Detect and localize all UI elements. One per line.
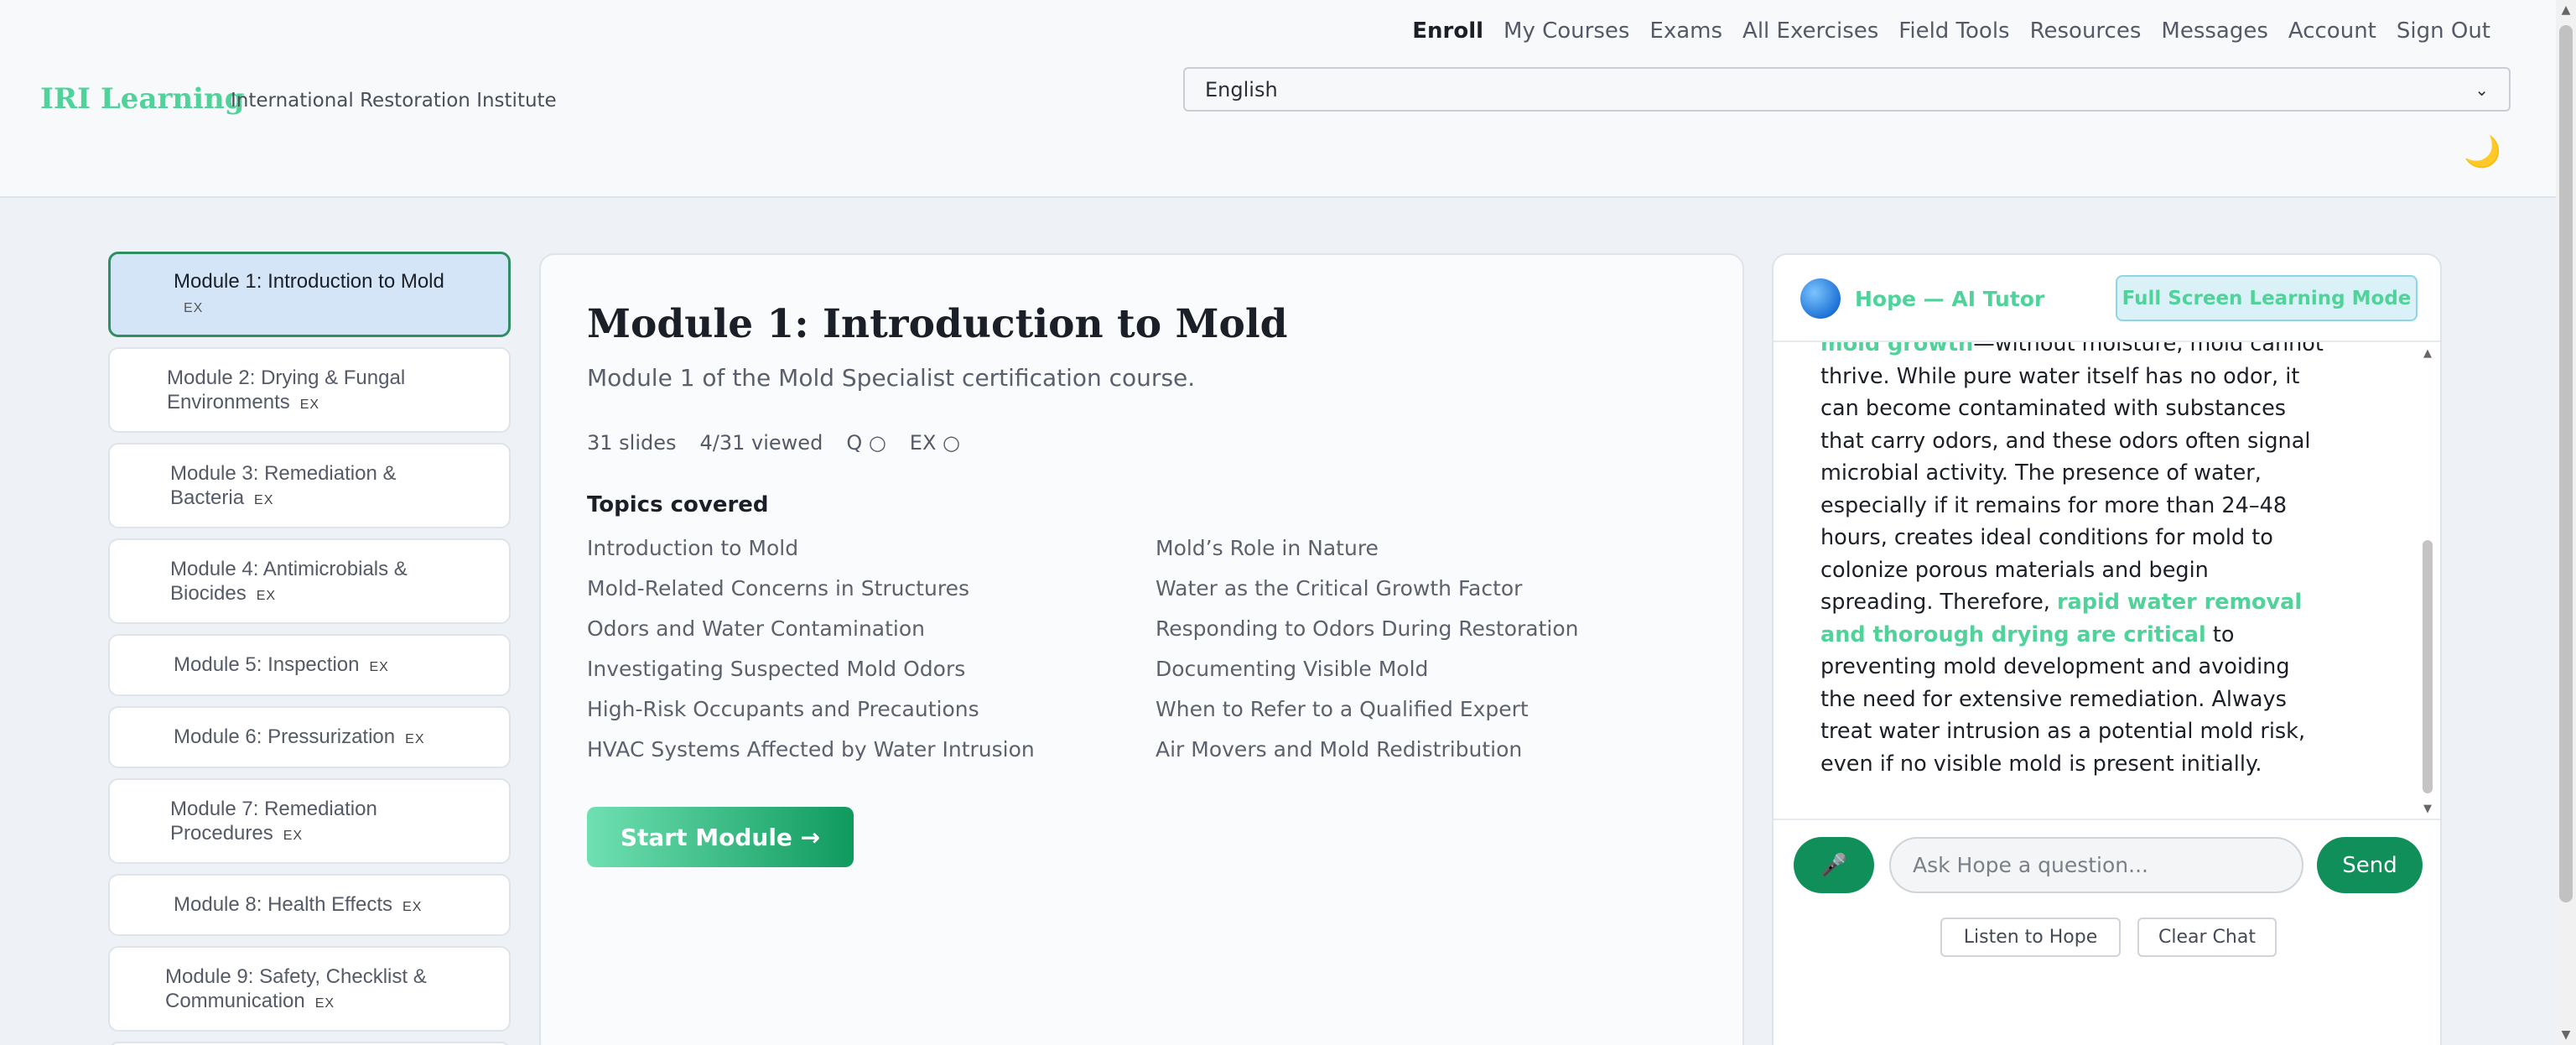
brand-subtitle: International Restoration Institute	[231, 90, 557, 112]
viewed-count: 4/31 viewed	[699, 431, 823, 455]
module-title: Module 3: Remediation & Bacteria	[170, 462, 397, 509]
exercise-badge: EX	[256, 589, 277, 603]
module-title: Module 1: Introduction to Mold	[174, 270, 444, 293]
tutor-header: Hope — AI Tutor Full Screen Learning Mod…	[1774, 255, 2440, 342]
nav-messages[interactable]: Messages	[2161, 18, 2268, 44]
exercise-badge: EX	[299, 398, 320, 412]
module-item-3[interactable]: Module 3: Remediation & Bacteria EX	[108, 443, 511, 528]
nav-field-tools[interactable]: Field Tools	[1898, 18, 2009, 44]
topic-item: When to Refer to a Qualified Expert	[1156, 697, 1529, 721]
module-title: Module 7: Remediation Procedures	[170, 798, 377, 845]
scroll-down-arrow-icon[interactable]: ▼	[2418, 803, 2437, 815]
brand-logo[interactable]: IRI Learning	[40, 82, 245, 116]
module-title: Module 2: Drying & Fungal Environments	[167, 367, 406, 413]
top-nav: Enroll My Courses Exams All Exercises Fi…	[1412, 18, 2490, 44]
module-item-9[interactable]: Module 9: Safety, Checklist & Communicat…	[108, 946, 511, 1032]
topic-item: Documenting Visible Mold	[1156, 657, 1429, 681]
topic-item: Water as the Critical Growth Factor	[1156, 576, 1523, 600]
module-title: Module 5: Inspection	[174, 653, 360, 676]
topic-item: High-Risk Occupants and Precautions	[587, 697, 979, 721]
exercise-badge: EX	[184, 301, 204, 315]
topic-item: Introduction to Mold	[587, 536, 799, 560]
window-scrollbar[interactable]: ▲ ▼	[2556, 0, 2576, 1045]
app-header: IRI Learning International Restoration I…	[0, 0, 2556, 198]
module-detail-card: Module 1: Introduction to Mold Module 1 …	[539, 253, 1744, 1045]
exercise-badge: EX	[402, 900, 423, 914]
module-item-10-partial[interactable]	[108, 1042, 511, 1045]
clear-chat-button[interactable]: Clear Chat	[2137, 918, 2277, 957]
topic-item: Investigating Suspected Mold Odors	[587, 657, 966, 681]
nav-enroll[interactable]: Enroll	[1412, 18, 1483, 44]
exercise-badge: EX	[405, 732, 425, 746]
module-meta: 31 slides 4/31 viewed Q ○ EX ○	[587, 431, 960, 455]
nav-resources[interactable]: Resources	[2030, 18, 2142, 44]
tutor-message: mold growth—without moisture, mold canno…	[1820, 342, 2324, 780]
language-select-value: English	[1205, 77, 1278, 101]
module-title: Module 6: Pressurization	[174, 725, 396, 748]
chat-scrollbar[interactable]: ▲ ▼	[2418, 342, 2437, 819]
exercise-status: EX ○	[909, 431, 960, 455]
topic-item: Odors and Water Contamination	[587, 616, 925, 641]
full-screen-learning-mode-button[interactable]: Full Screen Learning Mode	[2116, 275, 2418, 321]
chat-history[interactable]: mold growth—without moisture, mold canno…	[1774, 342, 2440, 820]
nav-all-exercises[interactable]: All Exercises	[1742, 18, 1878, 44]
module-title: Module 9: Safety, Checklist & Communicat…	[165, 965, 427, 1012]
language-select[interactable]: English ⌄	[1183, 67, 2511, 112]
ai-tutor-panel: Hope — AI Tutor Full Screen Learning Mod…	[1772, 253, 2442, 1045]
quiz-status: Q ○	[846, 431, 886, 455]
moon-icon[interactable]: 🌙	[2464, 134, 2501, 169]
page-subtitle: Module 1 of the Mold Specialist certific…	[587, 364, 1196, 392]
module-item-5[interactable]: Module 5: Inspection EX	[108, 634, 511, 696]
module-item-4[interactable]: Module 4: Antimicrobials & Biocides EX	[108, 538, 511, 624]
topic-item: Responding to Odors During Restoration	[1156, 616, 1579, 641]
module-item-6[interactable]: Module 6: Pressurization EX	[108, 706, 511, 768]
module-title: Module 4: Antimicrobials & Biocides	[170, 558, 408, 605]
nav-exams[interactable]: Exams	[1649, 18, 1722, 44]
chat-scrollbar-thumb[interactable]	[2423, 540, 2433, 793]
message-text: —without moisture, mold cannot thrive. W…	[1820, 342, 2324, 615]
page-title: Module 1: Introduction to Mold	[587, 301, 1288, 347]
module-title: Module 8: Health Effects	[174, 893, 393, 916]
message-highlight: mold growth	[1820, 342, 1974, 356]
tutor-name: Hope — AI Tutor	[1855, 287, 2045, 311]
scrollbar-thumb[interactable]	[2559, 25, 2573, 902]
microphone-button[interactable]: 🎤	[1794, 837, 1874, 893]
topic-item: Air Movers and Mold Redistribution	[1156, 737, 1523, 762]
start-module-button[interactable]: Start Module →	[587, 807, 854, 867]
listen-to-hope-button[interactable]: Listen to Hope	[1940, 918, 2121, 957]
module-item-1[interactable]: Module 1: Introduction to Mold EX	[108, 252, 511, 337]
exercise-badge: EX	[369, 660, 389, 674]
topic-item: Mold-Related Concerns in Structures	[587, 576, 970, 600]
chevron-down-icon: ⌄	[2475, 79, 2489, 100]
ask-hope-input[interactable]	[1889, 837, 2303, 893]
send-button[interactable]: Send	[2317, 837, 2423, 893]
scroll-up-arrow-icon[interactable]: ▲	[2418, 347, 2437, 360]
exercise-badge: EX	[283, 829, 304, 843]
scroll-up-arrow-icon[interactable]: ▲	[2556, 3, 2576, 17]
tutor-avatar	[1800, 278, 1841, 319]
topic-item: Mold’s Role in Nature	[1156, 536, 1379, 560]
module-item-2[interactable]: Module 2: Drying & Fungal Environments EX	[108, 347, 511, 433]
exercise-badge: EX	[314, 996, 335, 1011]
scroll-down-arrow-icon[interactable]: ▼	[2556, 1028, 2576, 1042]
module-item-7[interactable]: Module 7: Remediation Procedures EX	[108, 778, 511, 864]
nav-sign-out[interactable]: Sign Out	[2397, 18, 2490, 44]
topic-item: HVAC Systems Affected by Water Intrusion	[587, 737, 1035, 762]
topics-heading: Topics covered	[587, 492, 769, 517]
nav-my-courses[interactable]: My Courses	[1504, 18, 1629, 44]
slide-count: 31 slides	[587, 431, 677, 455]
module-item-8[interactable]: Module 8: Health Effects EX	[108, 874, 511, 936]
microphone-icon: 🎤	[1820, 852, 1848, 878]
nav-account[interactable]: Account	[2288, 18, 2376, 44]
exercise-badge: EX	[254, 493, 274, 507]
